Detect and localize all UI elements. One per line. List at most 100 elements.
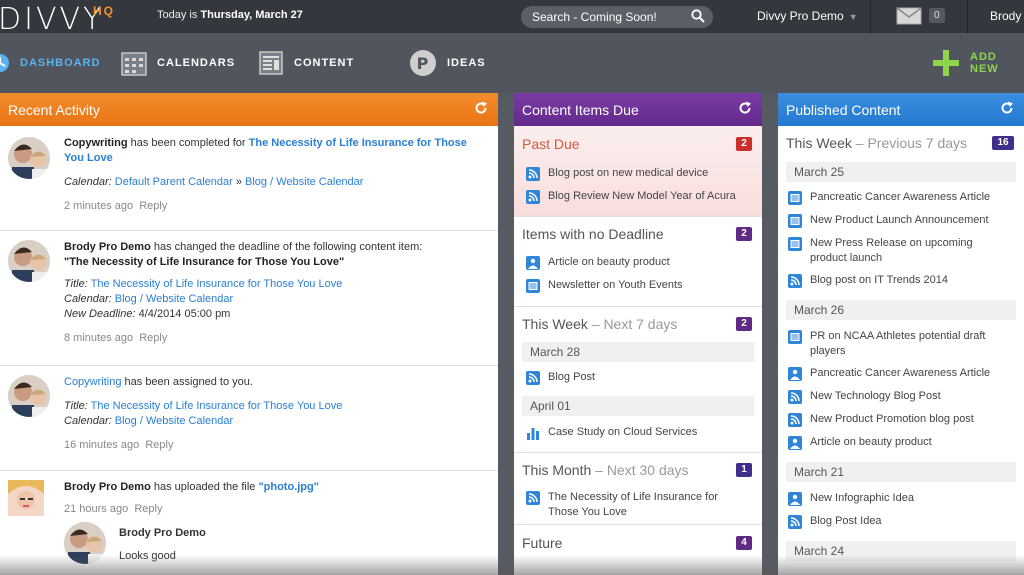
recent-activity-panel: Recent Activity Copywriting has been com… <box>0 93 498 575</box>
content-item-label: The Necessity of Life Insurance for Thos… <box>548 491 718 518</box>
newsletter-icon <box>788 330 802 344</box>
published-this-week-section: This Week – Previous 7 days 16 March 25 … <box>778 126 1024 575</box>
content-item[interactable]: Pancreatic Cancer Awareness Article <box>788 366 990 381</box>
activity-actor: Brody Pro Demo <box>64 241 151 253</box>
avatar <box>8 240 50 282</box>
content-item[interactable]: New Infographic Idea <box>788 491 914 506</box>
divider <box>870 0 871 33</box>
nav-dashboard[interactable]: DASHBOARD <box>0 33 101 93</box>
calendar-label: Calendar: <box>64 176 112 188</box>
section-title[interactable]: Items with no Deadline <box>522 226 664 242</box>
content-item[interactable]: The Necessity of Life Insurance for Thos… <box>526 490 726 520</box>
title-label: Title: <box>64 400 88 412</box>
section-title-sub: – Previous 7 days <box>851 135 968 151</box>
nav-ideas[interactable]: P IDEAS <box>409 33 486 93</box>
user-name[interactable]: Brody <box>990 9 1021 23</box>
section-title-main: This Month <box>522 462 592 478</box>
chevron-down-icon: ▼ <box>848 12 858 22</box>
top-bar: DIVVY HQ Today is Thursday, March 27 Sea… <box>0 0 1024 37</box>
content-item[interactable]: New Product Launch Announcement <box>788 213 989 228</box>
content-item[interactable]: Newsletter on Youth Events <box>526 278 683 293</box>
divider <box>967 0 968 33</box>
image-icon <box>526 256 540 270</box>
calendar-link[interactable]: Default Parent Calendar <box>115 176 233 188</box>
content-item-label: Blog Post <box>548 371 596 383</box>
account-menu[interactable]: Divvy Pro Demo ▼ <box>757 9 858 23</box>
content-item[interactable]: Blog post on new medical device <box>526 166 708 181</box>
mail-icon[interactable] <box>896 7 922 30</box>
section-title[interactable]: Past Due <box>522 136 580 152</box>
calendar-link[interactable]: Blog / Website Calendar <box>245 176 363 188</box>
nav-calendars[interactable]: CALENDARS <box>121 33 235 93</box>
nav-content[interactable]: CONTENT <box>258 33 354 93</box>
activity-item: Copywriting has been completed for The N… <box>0 126 498 231</box>
add-new-button[interactable]: ADD NEW <box>932 33 1024 93</box>
calendar-label: Calendar: <box>64 293 112 305</box>
content-items-due-panel: Content Items Due Past Due 2 Blog post o… <box>514 93 762 575</box>
reply-link[interactable]: Reply <box>145 439 173 451</box>
content-item[interactable]: Article on beauty product <box>788 435 932 450</box>
content-item-link[interactable]: The Necessity of Life Insurance for Thos… <box>91 278 343 290</box>
content-item[interactable]: Blog Post Idea <box>788 514 882 529</box>
dashboard-icon <box>0 53 10 73</box>
newsletter-icon <box>526 279 540 293</box>
rss-icon <box>526 371 540 385</box>
this-month-section: This Month – Next 30 days 1 The Necessit… <box>514 453 762 525</box>
content-item-label: Case Study on Cloud Services <box>548 426 698 438</box>
content-item[interactable]: Blog post on IT Trends 2014 <box>788 273 948 288</box>
file-thumbnail[interactable] <box>8 480 44 516</box>
content-item-label: New Product Promotion blog post <box>810 413 974 425</box>
reply-link[interactable]: Reply <box>139 200 167 212</box>
content-item-label: New Press Release on upcoming product la… <box>810 237 973 264</box>
content-item[interactable]: Blog Review New Model Year of Acura <box>526 189 736 204</box>
content-items-due-header: Content Items Due <box>514 93 762 126</box>
app-logo[interactable]: DIVVY <box>0 2 104 37</box>
reply-link[interactable]: Reply <box>134 503 162 515</box>
section-title[interactable]: This Week – Previous 7 days <box>786 135 967 151</box>
section-title[interactable]: Future <box>522 535 562 551</box>
section-title[interactable]: This Month – Next 30 days <box>522 462 689 478</box>
content-item-label: Pancreatic Cancer Awareness Article <box>810 191 991 203</box>
calendar-link[interactable]: Blog / Website Calendar <box>115 415 233 427</box>
reply-link[interactable]: Reply <box>139 332 167 344</box>
count-badge: 16 <box>992 136 1014 150</box>
today-value: Thursday, March 27 <box>200 9 303 21</box>
section-title-sub: – Next 30 days <box>591 462 689 478</box>
svg-text:P: P <box>417 54 430 73</box>
section-title-main: This Week <box>522 316 588 332</box>
calendar-link[interactable]: Blog / Website Calendar <box>115 293 233 305</box>
content-item[interactable]: Case Study on Cloud Services <box>526 425 697 440</box>
title-label: Title: <box>64 278 88 290</box>
search-input[interactable]: Search - Coming Soon! <box>521 6 713 28</box>
refresh-icon[interactable] <box>474 101 488 118</box>
nav-calendars-label: CALENDARS <box>157 57 236 69</box>
activity-item: Copywriting has been assigned to you. Ti… <box>0 366 498 471</box>
content-item[interactable]: Pancreatic Cancer Awareness Article <box>788 190 990 205</box>
rss-icon <box>788 274 802 288</box>
content-item[interactable]: PR on NCAA Athletes potential draft play… <box>788 329 988 359</box>
refresh-icon[interactable] <box>1000 101 1014 118</box>
content-item[interactable]: Blog Post <box>526 370 595 385</box>
count-badge: 2 <box>736 137 752 151</box>
newsletter-icon <box>788 214 802 228</box>
content-item[interactable]: New Product Promotion blog post <box>788 412 974 427</box>
file-link[interactable]: "photo.jpg" <box>258 481 319 493</box>
search-icon[interactable] <box>691 9 705 26</box>
comment-author: Brody Pro Demo <box>119 527 206 539</box>
rss-icon <box>526 491 540 505</box>
activity-time: 8 minutes ago <box>64 332 134 344</box>
content-item-link[interactable]: The Necessity of Life Insurance for Thos… <box>91 400 343 412</box>
content-item[interactable]: Article on beauty product <box>526 255 670 270</box>
content-item[interactable]: New Press Release on upcoming product la… <box>788 236 988 266</box>
image-icon <box>788 492 802 506</box>
image-icon <box>788 436 802 450</box>
count-badge: 2 <box>736 227 752 241</box>
date-header: April 01 <box>522 396 754 416</box>
content-item[interactable]: New Technology Blog Post <box>788 389 941 404</box>
content-item-label: Pancreatic Cancer Awareness Article <box>810 367 991 379</box>
content-item-label: Article on beauty product <box>810 436 932 448</box>
content-item-label: Blog post on new medical device <box>548 167 709 179</box>
activity-subject-link[interactable]: Copywriting <box>64 376 121 388</box>
section-title[interactable]: This Week – Next 7 days <box>522 316 677 332</box>
refresh-icon[interactable] <box>738 101 752 118</box>
